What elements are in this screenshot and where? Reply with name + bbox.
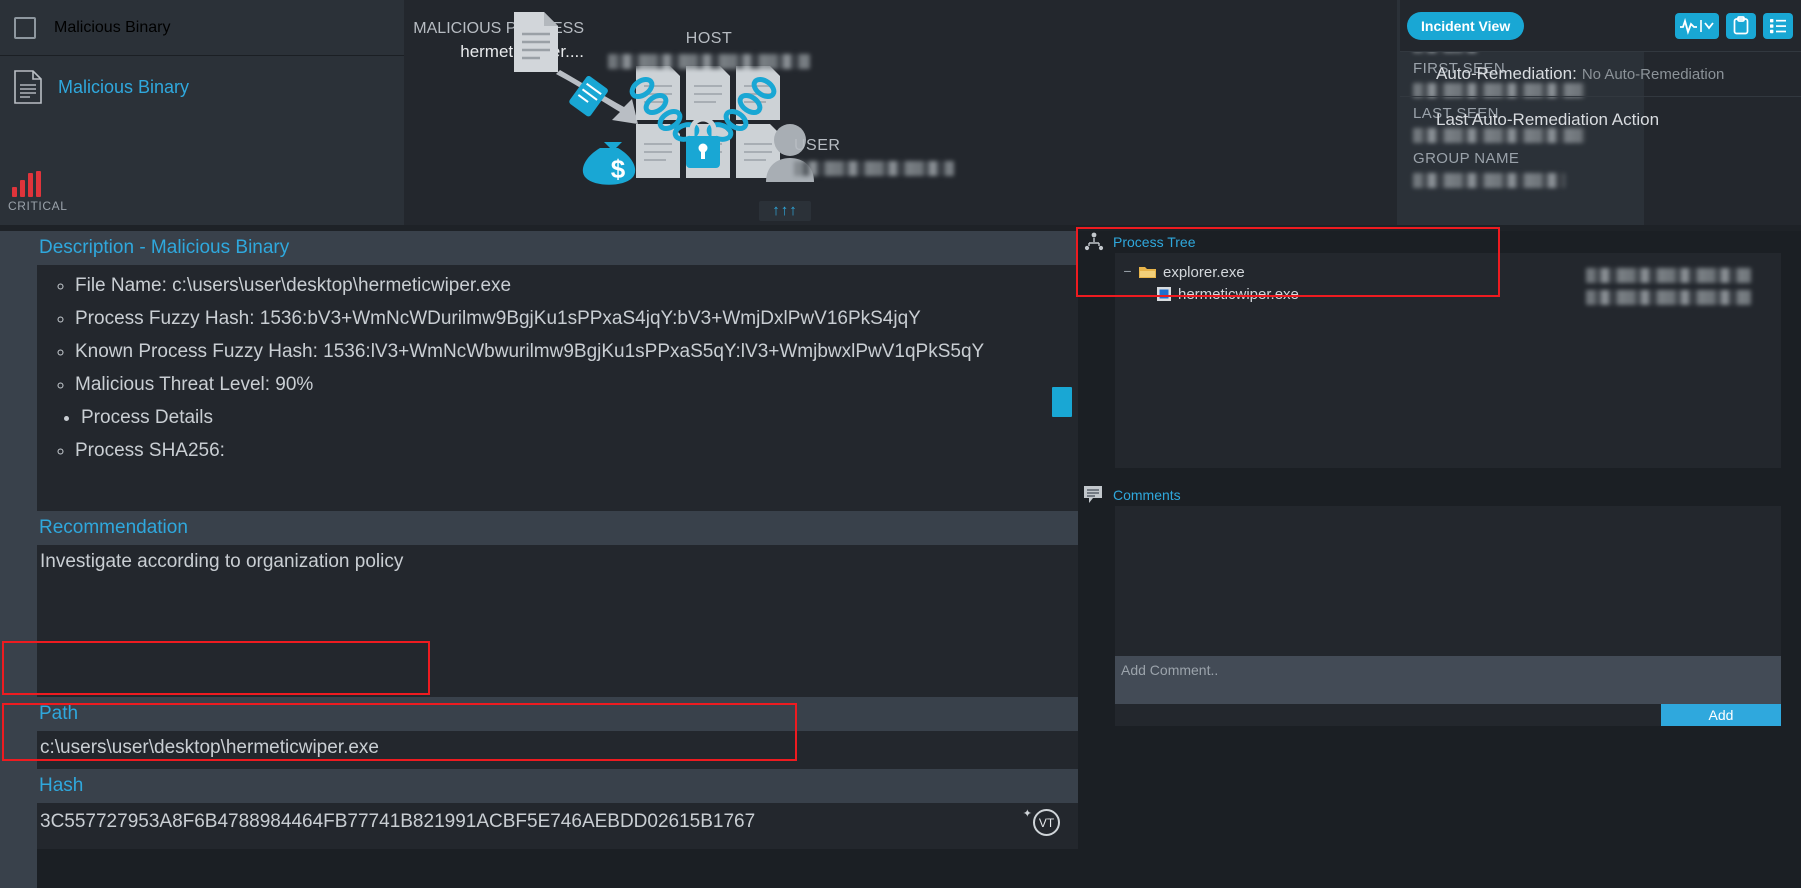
comments-list: [1115, 506, 1781, 656]
tree-node-timestamp: [1586, 267, 1751, 283]
list-item[interactable]: Malicious Binary: [0, 56, 404, 104]
last-auto-remediation-label: Last Auto-Remediation Action: [1436, 109, 1660, 129]
host-label: HOST: [685, 30, 733, 47]
group-name-label: GROUP NAME: [1413, 150, 1520, 167]
vt-star-icon: ✦: [1022, 808, 1032, 820]
comments-title: Comments: [1113, 487, 1181, 503]
infection-arrow-icon: [556, 70, 638, 124]
severity-indicator: CRITICAL: [8, 171, 67, 213]
list-item: Process SHA256:: [75, 434, 1078, 467]
folder-icon: [1139, 267, 1156, 278]
recommendation-title: Recommendation: [39, 517, 188, 538]
right-top-panel: Incident View Auto-Remediation: No Auto-…: [1400, 0, 1801, 225]
process-tree-header: Process Tree: [1078, 231, 1801, 253]
hash-body: 3C557727953A8F6B4788984464FB77741B821991…: [37, 803, 1078, 849]
severity-label: CRITICAL: [8, 199, 68, 213]
add-comment-button[interactable]: Add: [1661, 704, 1781, 726]
user-value-redacted: [794, 161, 954, 176]
list-item: Process Details: [81, 401, 1078, 434]
tree-node-explorer[interactable]: − explorer.exe: [1121, 261, 1781, 283]
alert-list: Malicious Binary CRITICAL: [0, 56, 404, 225]
process-tree-icon: [1084, 232, 1104, 251]
tree-node-label: hermeticwiper.exe: [1178, 285, 1299, 303]
description-list: File Name: c:\users\user\desktop\hermeti…: [75, 269, 1078, 401]
svg-text:$: $: [611, 154, 626, 184]
hash-title: Hash: [39, 775, 84, 796]
list-item: File Name: c:\users\user\desktop\hermeti…: [75, 269, 1078, 302]
user-label: USER: [794, 137, 841, 154]
alert-detail-page: Malicious Binary Malicious Binary CRITIC…: [0, 0, 1801, 888]
description-body: File Name: c:\users\user\desktop\hermeti…: [37, 265, 1078, 511]
top-zone: Malicious Binary Malicious Binary CRITIC…: [0, 0, 1801, 225]
alert-link[interactable]: Malicious Binary: [58, 77, 189, 98]
last-auto-remediation-row[interactable]: Last Auto-Remediation Action: [1400, 97, 1801, 142]
malicious-file-icon: [514, 12, 558, 72]
virustotal-button[interactable]: VT: [1033, 809, 1060, 836]
group-name-value: [1413, 173, 1565, 188]
comment-icon: [1084, 486, 1102, 503]
select-all-checkbox[interactable]: [14, 16, 36, 39]
activity-chart-button[interactable]: [1675, 12, 1719, 39]
clipboard-icon: [1733, 16, 1749, 35]
process-details-sublist: Process SHA256:: [75, 434, 1078, 467]
collapse-toggle[interactable]: −: [1121, 264, 1134, 279]
description-header: i Description - Malicious Binary: [0, 231, 1078, 265]
attack-diagram: MALICIOUS PROCESS hermeticwiper....: [404, 0, 1397, 225]
escalation-arrows-icon[interactable]: ↑↑↑: [759, 201, 811, 221]
comments-footer: Add: [1115, 704, 1781, 726]
path-title: Path: [39, 703, 79, 724]
description-scrollbar[interactable]: [1052, 387, 1072, 417]
diagram-graphics: $: [514, 12, 814, 185]
tree-node-hermeticwiper[interactable]: hermeticwiper.exe: [1121, 283, 1781, 305]
process-tree-title: Process Tree: [1113, 234, 1196, 250]
host-value-redacted: [608, 54, 810, 69]
incident-view-button[interactable]: Incident View: [1407, 11, 1525, 40]
view-toolbar: Incident View: [1400, 0, 1801, 52]
section-gutter: [0, 231, 37, 888]
money-bag-icon: $: [582, 142, 636, 185]
list-item: Malicious Threat Level: 90%: [75, 368, 1078, 401]
page-title: Malicious Binary: [54, 18, 171, 36]
path-value[interactable]: c:\users\user\desktop\hermeticwiper.exe: [37, 731, 1078, 769]
user-caption: USER: [794, 137, 954, 176]
auto-remediation-row: Auto-Remediation: No Auto-Remediation: [1400, 52, 1801, 97]
tree-node-timestamp: [1586, 289, 1751, 305]
comments-header: Comments: [1078, 484, 1801, 506]
clipboard-button[interactable]: [1726, 12, 1756, 39]
list-item: Process Fuzzy Hash: 1536:bV3+WmNcWDurilm…: [75, 302, 1078, 335]
document-icon: [14, 70, 42, 104]
left-column: i Description - Malicious Binary File Na…: [0, 231, 1078, 888]
right-column: Process Tree − explorer.exe hermeticwipe…: [1076, 227, 1801, 888]
toolbar-buttons: [1675, 12, 1793, 39]
alert-header: Malicious Binary: [0, 0, 404, 56]
hash-header: Hash: [0, 769, 1078, 803]
auto-remediation-status: No Auto-Remediation: [1581, 65, 1725, 83]
detail-panels: i Description - Malicious Binary File Na…: [0, 227, 1801, 888]
auto-remediation-label: Auto-Remediation:: [1436, 64, 1577, 83]
activity-chart-icon: [1680, 17, 1714, 35]
list-item: Known Process Fuzzy Hash: 1536:lV3+WmNcW…: [75, 335, 1078, 368]
severity-bars-icon: [8, 171, 67, 197]
add-comment-input[interactable]: Add Comment..: [1115, 656, 1781, 704]
tree-node-label: explorer.exe: [1163, 263, 1245, 281]
path-header: Path: [0, 697, 1078, 731]
hash-value[interactable]: 3C557727953A8F6B4788984464FB77741B821991…: [40, 811, 755, 832]
description-title: Description - Malicious Binary: [39, 237, 290, 258]
recommendation-body: Investigate according to organization po…: [37, 545, 1078, 697]
process-details-list: Process Details: [81, 401, 1078, 434]
recommendation-header: Recommendation: [0, 511, 1078, 545]
process-tree-body: − explorer.exe hermeticwiper.exe: [1115, 253, 1781, 468]
process-icon: [1157, 287, 1171, 301]
list-button[interactable]: [1763, 12, 1793, 39]
host-caption: HOST: [599, 30, 819, 69]
list-icon: [1770, 18, 1786, 33]
